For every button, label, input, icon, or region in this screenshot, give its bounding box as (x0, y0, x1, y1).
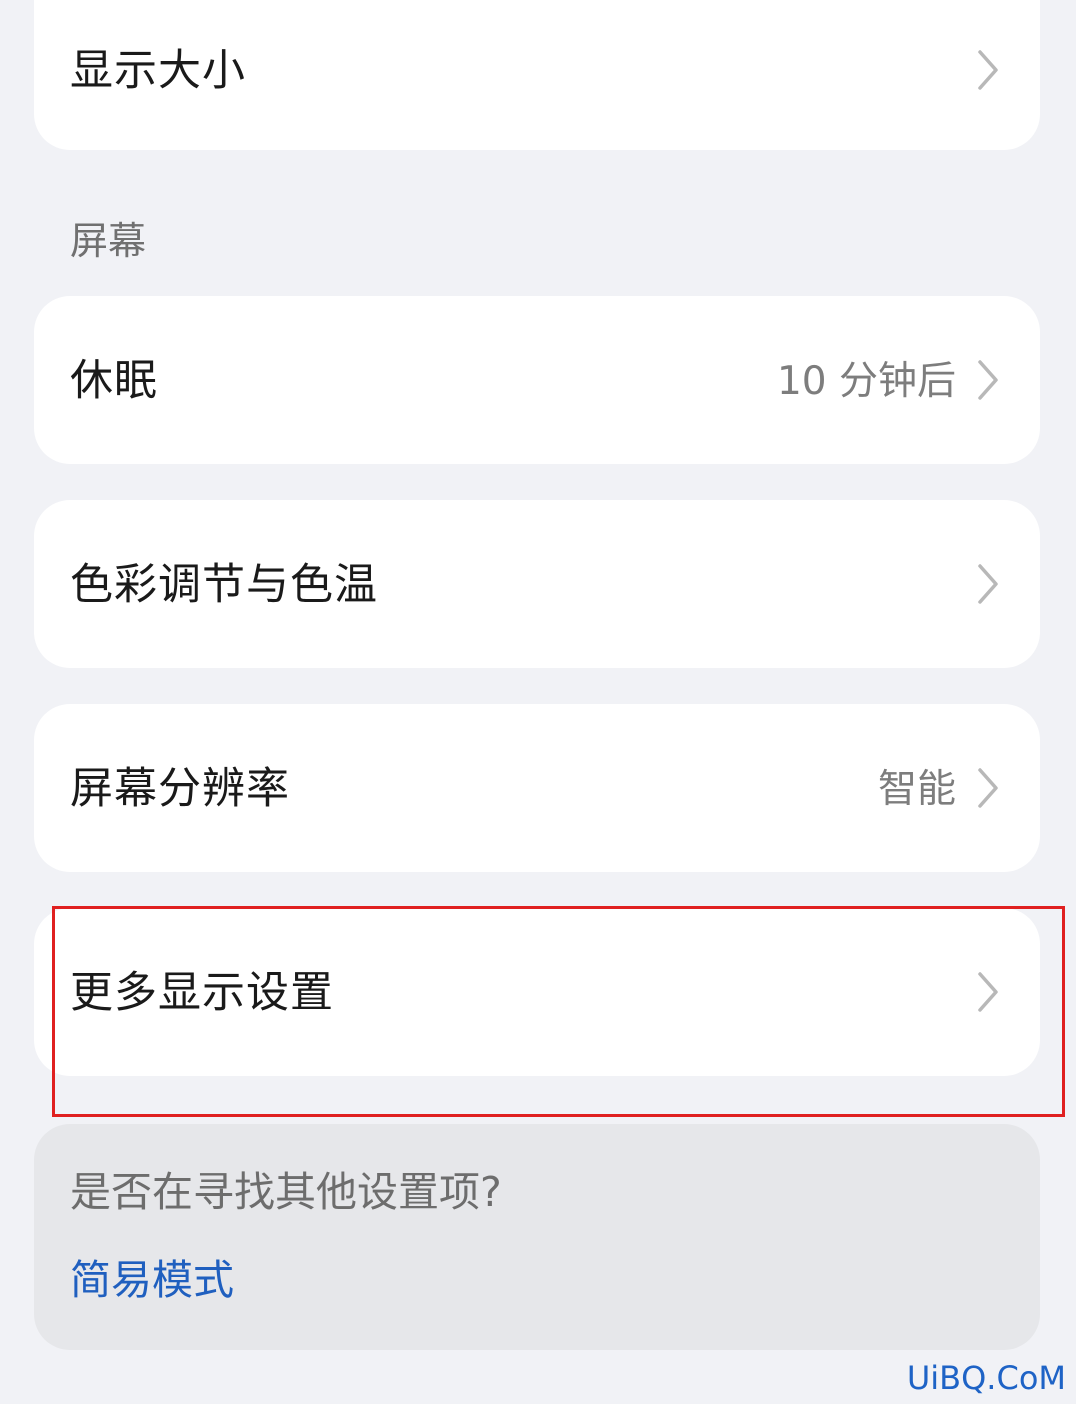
chevron-right-icon (974, 562, 1002, 606)
display-size-row[interactable]: 显示大小 (34, 0, 1040, 150)
sleep-value: 10 分钟后 (776, 359, 956, 404)
hint-question: 是否在寻找其他设置项? (70, 1168, 502, 1216)
color-temperature-row[interactable]: 色彩调节与色温 (34, 500, 1040, 668)
chevron-right-icon (974, 358, 1002, 402)
color-temperature-label: 色彩调节与色温 (70, 560, 378, 610)
screen-resolution-row[interactable]: 屏幕分辨率 智能 (34, 704, 1040, 872)
screen-resolution-value: 智能 (877, 767, 956, 812)
sleep-row[interactable]: 休眠 10 分钟后 (34, 296, 1040, 464)
chevron-right-icon (974, 766, 1002, 810)
watermark: UiBQ.CoM (906, 1359, 1066, 1397)
simple-mode-link[interactable]: 简易模式 (70, 1260, 234, 1301)
chevron-right-icon (974, 48, 1002, 92)
settings-hint-card: 是否在寻找其他设置项? 简易模式 (34, 1124, 1040, 1350)
section-title-screen: 屏幕 (70, 219, 147, 263)
sleep-label: 休眠 (70, 356, 158, 406)
highlight-annotation-box (52, 906, 1065, 1117)
screen-resolution-label: 屏幕分辨率 (70, 764, 290, 814)
display-size-label: 显示大小 (70, 46, 246, 96)
